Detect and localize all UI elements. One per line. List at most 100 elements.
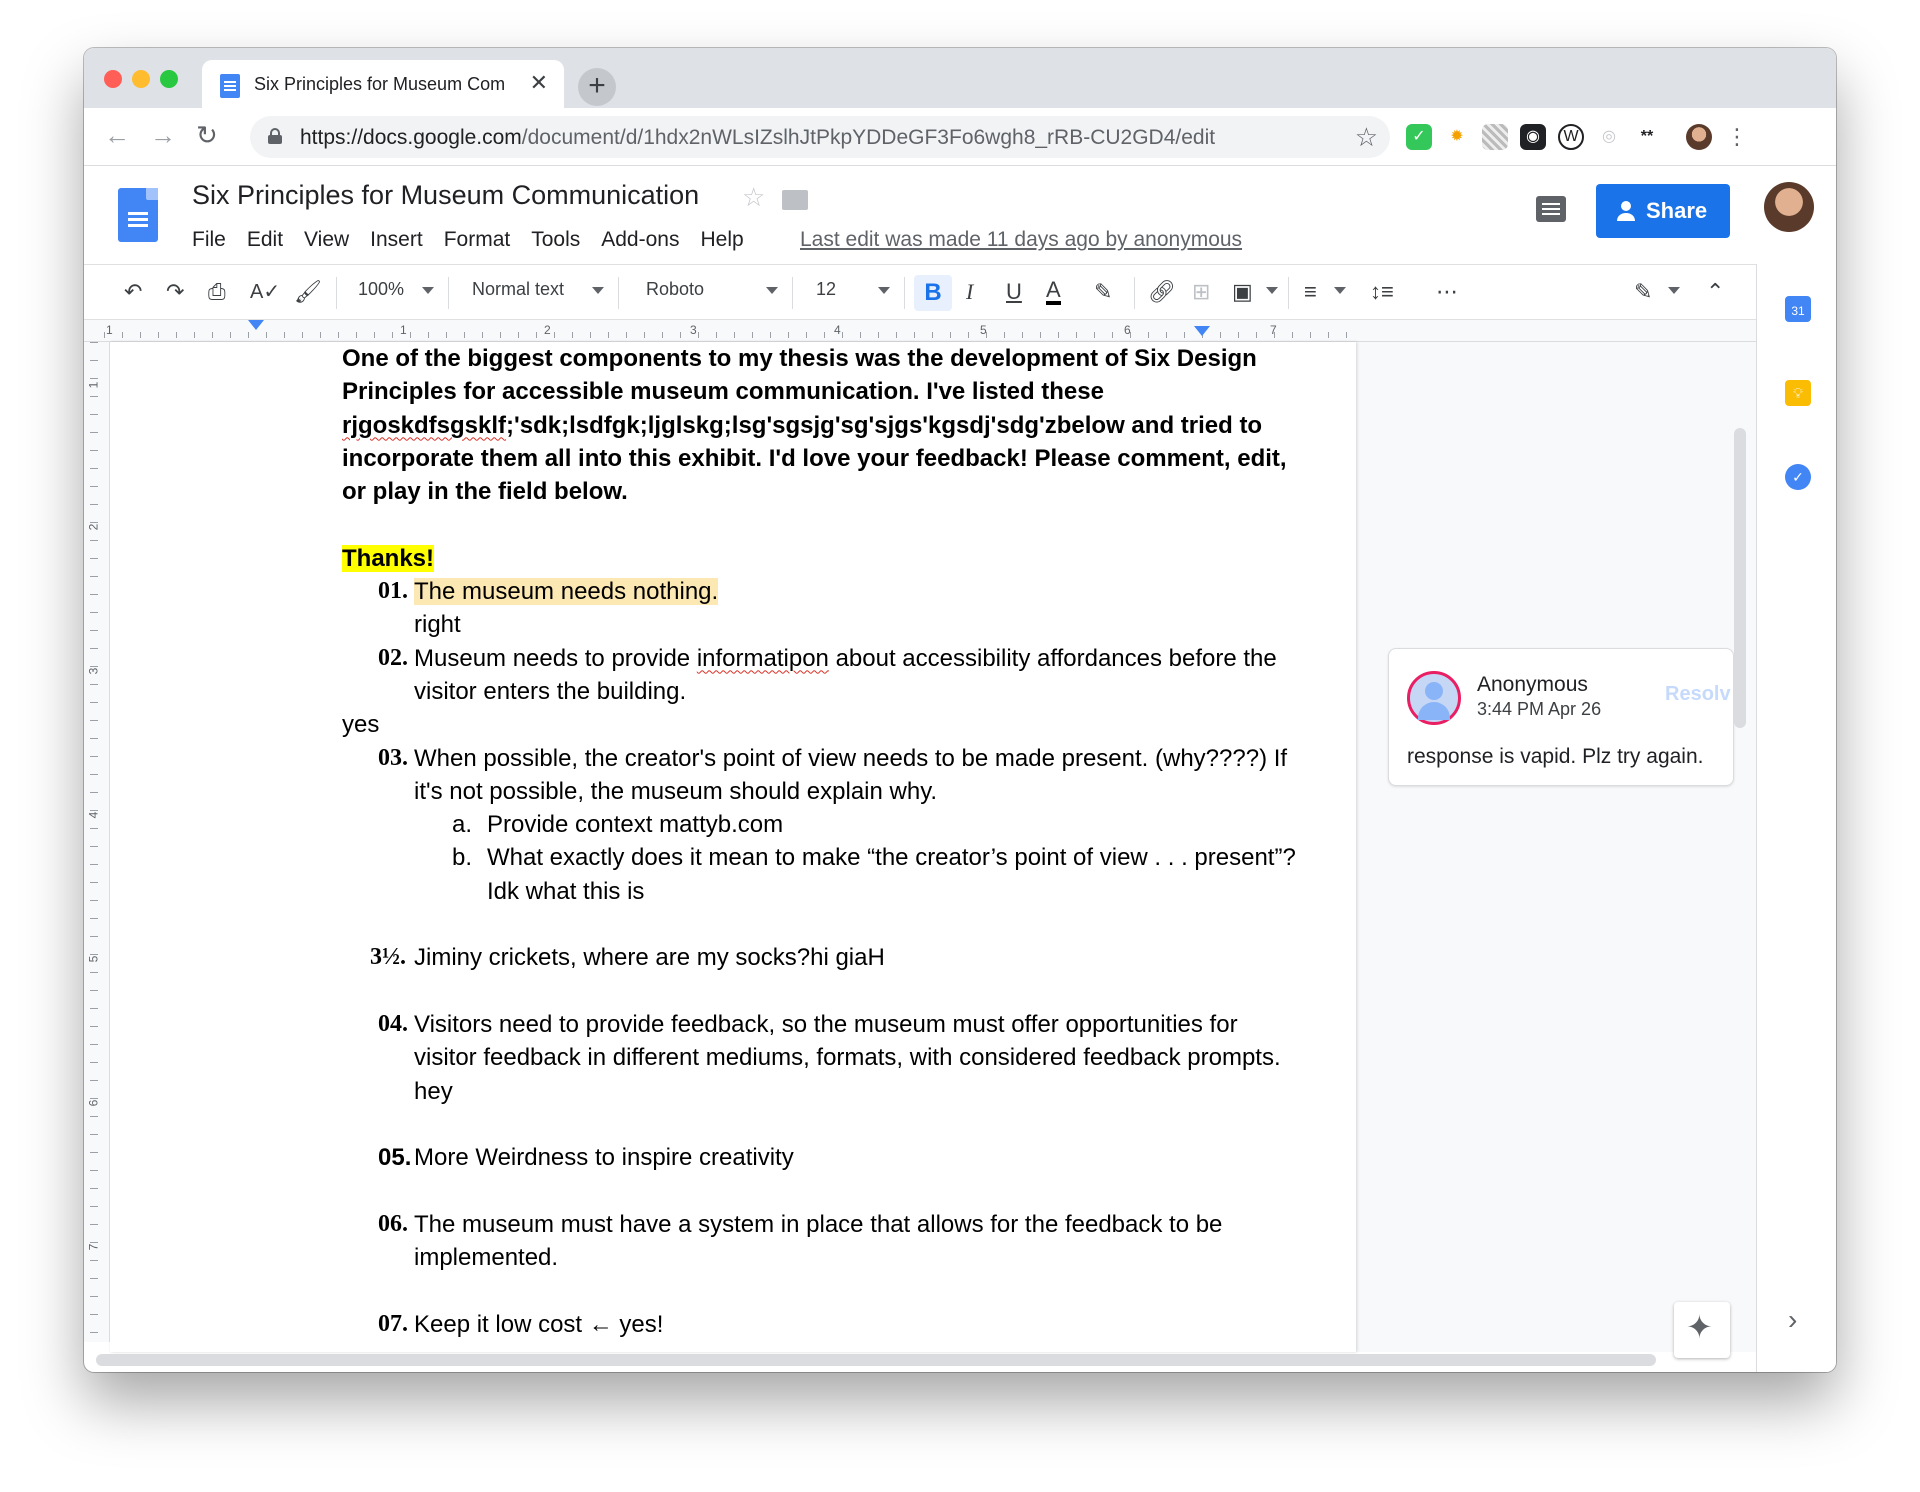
extension-gear-icon[interactable]: ✹ (1444, 124, 1470, 150)
extension-wordpress-icon[interactable]: W (1558, 124, 1584, 150)
spelling-error[interactable]: informatipon (697, 645, 829, 672)
list-item: 01. The museum needs nothing. (378, 578, 719, 606)
comment-history-icon[interactable] (1536, 196, 1566, 222)
extension-pattern-icon[interactable] (1482, 124, 1508, 150)
share-button[interactable]: Share (1596, 184, 1730, 238)
maximize-window-button[interactable] (160, 70, 178, 88)
resolve-button[interactable]: Resolv (1665, 683, 1731, 706)
redo-icon[interactable]: ↷ (166, 279, 184, 305)
ruler-label: 1 (106, 323, 113, 337)
spelling-error[interactable]: rjgoskdfsgsklf (342, 412, 506, 439)
extension-grammar-icon[interactable]: ✓ (1406, 124, 1432, 150)
insert-image-icon[interactable]: ▣ (1232, 279, 1253, 305)
bookmark-star-icon[interactable]: ☆ (1355, 122, 1378, 153)
commented-text[interactable]: The museum needs nothing. (414, 578, 719, 606)
side-panel: 31 💡︎ ✓ (1756, 264, 1836, 1372)
browser-toolbar: ← → ↻ https://docs.google.com/document/d… (84, 108, 1836, 166)
account-avatar[interactable] (1764, 182, 1814, 232)
move-folder-icon[interactable] (782, 190, 808, 210)
share-label: Share (1646, 198, 1708, 223)
horizontal-scrollbar[interactable] (96, 1354, 1656, 1366)
extension-spiral-icon[interactable]: ◎ (1596, 124, 1622, 150)
extension-camera-icon[interactable]: ◉ (1520, 124, 1546, 150)
bold-button[interactable]: B (914, 275, 952, 311)
forward-arrow-icon[interactable]: → (150, 120, 176, 151)
editing-mode-icon[interactable]: ✎ (1634, 279, 1652, 305)
zoom-caret-icon (422, 287, 434, 294)
profile-avatar-icon[interactable] (1686, 124, 1712, 150)
address-bar[interactable]: https://docs.google.com/document/d/1hdx2… (250, 116, 1390, 158)
style-caret-icon (592, 287, 604, 294)
insert-link-icon[interactable]: 🔗︎ (1148, 279, 1176, 305)
anonymous-avatar-icon (1407, 671, 1461, 725)
comment-timestamp: 3:44 PM Apr 26 (1477, 699, 1602, 719)
list-item: 02. Museum needs to provide informatipon … (378, 644, 1277, 705)
menu-bar: File Edit View Insert Format Tools Add-o… (192, 228, 765, 252)
print-icon[interactable]: ⎙ (208, 279, 226, 305)
reload-icon[interactable]: ↻ (196, 120, 218, 151)
tasks-icon[interactable]: ✓ (1785, 464, 1811, 490)
horizontal-ruler[interactable]: 1 1 2 3 4 5 6 7 (84, 320, 1756, 342)
ruler-label: 4 (834, 323, 841, 337)
left-indent-marker[interactable] (248, 320, 264, 330)
minimize-window-button[interactable] (132, 70, 150, 88)
sub-list-item: b. What exactly does it mean to make “the… (452, 844, 1296, 905)
new-tab-button[interactable]: + (578, 68, 616, 106)
undo-icon[interactable]: ↶ (124, 279, 142, 305)
tab-close-icon[interactable]: ✕ (530, 70, 548, 96)
last-edit-link[interactable]: Last edit was made 11 days ago by anonym… (800, 228, 1242, 252)
collapse-menus-icon[interactable]: ⌃ (1706, 279, 1724, 305)
star-document-icon[interactable]: ☆ (742, 182, 765, 213)
ruler-label: 3 (690, 323, 697, 337)
highlight-color-icon[interactable]: ✎ (1094, 279, 1112, 305)
add-comment-icon[interactable]: ⊞ (1192, 279, 1210, 305)
spellcheck-icon[interactable]: A✓ (250, 279, 280, 304)
align-icon[interactable]: ≡ (1304, 279, 1317, 305)
menu-edit[interactable]: Edit (247, 228, 283, 252)
right-indent-marker[interactable] (1194, 326, 1210, 336)
extension-asterisk-icon[interactable]: ** (1634, 124, 1660, 150)
menu-view[interactable]: View (304, 228, 349, 252)
vertical-ruler[interactable]: 1 2 3 4 5 6 7 (84, 342, 110, 1342)
vertical-scrollbar[interactable] (1734, 428, 1746, 728)
menu-insert[interactable]: Insert (370, 228, 423, 252)
font-size-select[interactable]: 12 (816, 279, 836, 300)
document-page[interactable]: One of the biggest components to my thes… (110, 342, 1356, 1352)
style-select[interactable]: Normal text (472, 279, 564, 300)
document-body[interactable]: One of the biggest components to my thes… (342, 342, 1302, 1341)
close-window-button[interactable] (104, 70, 122, 88)
list-item: 3½. Jiminy crickets, where are my socks?h… (370, 944, 885, 972)
font-caret-icon (766, 287, 778, 294)
menu-format[interactable]: Format (444, 228, 511, 252)
menu-add-ons[interactable]: Add-ons (601, 228, 679, 252)
calendar-icon[interactable]: 31 (1785, 296, 1811, 322)
document-title[interactable]: Six Principles for Museum Communication (192, 180, 699, 211)
more-options-icon[interactable]: ⋯ (1436, 279, 1458, 305)
list-item: 03. When possible, the creator's point of… (378, 744, 1288, 805)
zoom-select[interactable]: 100% (358, 279, 404, 300)
menu-file[interactable]: File (192, 228, 226, 252)
browser-tab[interactable]: Six Principles for Museum Com ✕ (202, 60, 564, 108)
share-person-icon (1617, 201, 1635, 221)
underline-button[interactable]: U (1006, 279, 1022, 305)
line-spacing-icon[interactable]: ↕≡ (1370, 279, 1394, 305)
expand-panel-chevron-icon[interactable]: › (1788, 1304, 1797, 1336)
intro-paragraph: One of the biggest components to my thes… (342, 345, 1287, 506)
browser-menu-icon[interactable]: ⋮ (1724, 124, 1750, 150)
italic-button[interactable]: I (966, 279, 973, 305)
back-arrow-icon[interactable]: ← (104, 120, 130, 151)
vruler-label: 3 (86, 667, 101, 675)
ruler-label: 5 (980, 323, 987, 337)
list-item: 05. More Weirdness to inspire creativity (378, 1144, 794, 1172)
menu-help[interactable]: Help (700, 228, 743, 252)
vruler-label: 1 (86, 381, 101, 389)
menu-tools[interactable]: Tools (531, 228, 580, 252)
text-color-button[interactable]: A (1046, 279, 1061, 305)
keep-icon[interactable]: 💡︎ (1785, 380, 1811, 406)
comment-card[interactable]: Anonymous 3:44 PM Apr 26 Resolv response… (1388, 648, 1734, 786)
docs-logo-icon[interactable] (118, 188, 158, 242)
font-select[interactable]: Roboto (646, 279, 704, 300)
list-item: 07. Keep it low cost ← yes! (378, 1310, 664, 1338)
explore-button[interactable] (1674, 1302, 1730, 1358)
paint-format-icon[interactable]: 🖌︎ (294, 279, 322, 305)
